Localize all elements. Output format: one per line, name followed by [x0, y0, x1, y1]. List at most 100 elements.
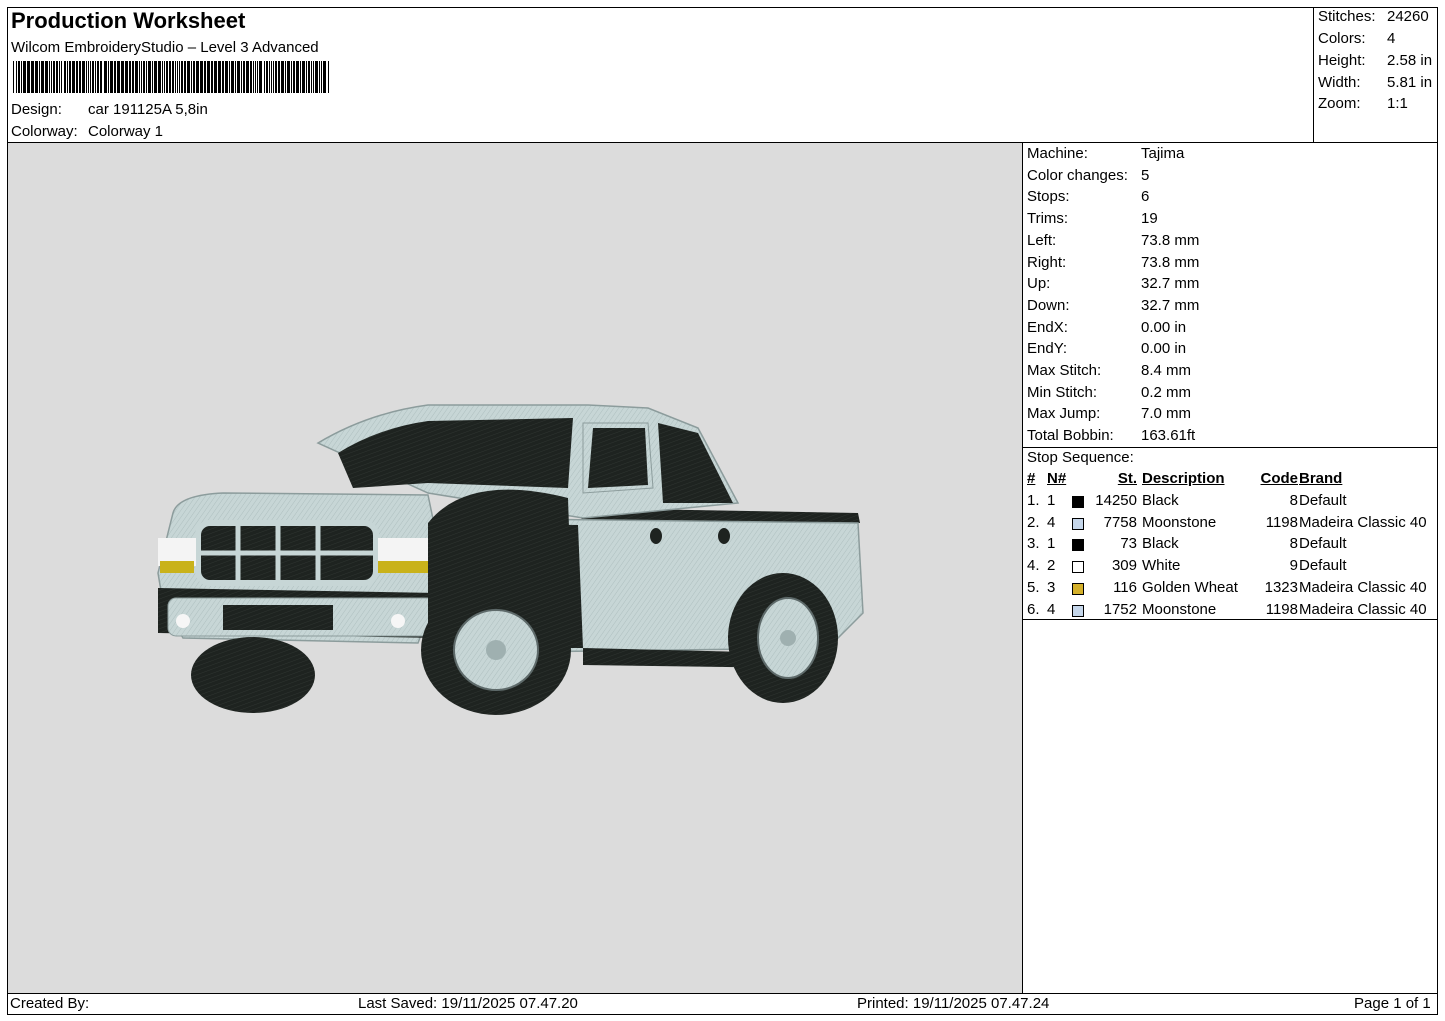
barcode-bar: [114, 61, 116, 93]
barcode-bar: [177, 61, 178, 93]
header-brand: Brand: [1299, 470, 1343, 487]
barcode-bar: [59, 61, 60, 93]
row-stitches: 116: [1113, 578, 1137, 596]
row-brand: Default: [1299, 535, 1347, 553]
barcode-bar: [95, 61, 96, 93]
barcode-bar: [143, 61, 145, 93]
info-row: Min Stitch: 0.2 mm: [1027, 383, 1191, 401]
barcode-bar: [181, 61, 183, 93]
color-swatch: [1072, 561, 1084, 574]
row-stitches: 309: [1111, 557, 1137, 575]
stop-sequence-title: Stop Sequence:: [1027, 449, 1134, 466]
barcode-bar: [200, 61, 203, 93]
barcode-bar: [61, 61, 62, 93]
info-row: Right: 73.8 mm: [1027, 253, 1199, 271]
design-label: Design:: [11, 101, 62, 118]
header-num: #: [1027, 470, 1036, 487]
barcode-bar: [231, 61, 234, 93]
header-needle: N#: [1047, 470, 1067, 487]
row-code: 8: [1289, 535, 1298, 553]
barcode-bar: [56, 61, 58, 93]
color-swatch: [1072, 539, 1084, 552]
barcode-bar: [72, 61, 75, 93]
table-row: 5. 3 116 Golden Wheat 1323 Madeira Classic 40: [1027, 579, 1437, 601]
info-row: Trims: 19: [1027, 210, 1158, 228]
barcode-bar: [27, 61, 30, 93]
row-num: 6.: [1027, 600, 1040, 618]
barcode-bar: [293, 61, 295, 93]
row-stitches: 1752: [1103, 600, 1137, 618]
barcode-bar: [158, 61, 161, 93]
barcode-bar: [207, 61, 210, 93]
info-value: 0.2 mm: [1141, 383, 1192, 401]
sidebar-divider: [1022, 143, 1023, 993]
stat-colors: Colors: 4: [1318, 30, 1396, 47]
truck-embroidery-image: [157, 404, 864, 715]
barcode-bar: [204, 61, 206, 93]
barcode-bar: [39, 61, 40, 93]
barcode-bar: [278, 61, 280, 93]
barcode-bar: [152, 61, 153, 93]
footer-last-saved: Last Saved: 19/11/2025 07.47.20: [358, 995, 578, 1012]
info-label: Trims:: [1027, 210, 1069, 228]
barcode-bar: [255, 61, 256, 93]
table-row: 4. 2 309 White 9 Default: [1027, 557, 1437, 579]
info-row: Stops: 6: [1027, 188, 1149, 205]
barcode-bar: [53, 61, 55, 93]
info-value: 8.4 mm: [1141, 362, 1192, 379]
worksheet-title: Production Worksheet: [11, 8, 246, 33]
info-label: Min Stitch:: [1027, 383, 1098, 401]
barcode-bar: [313, 61, 314, 93]
info-value: 0.00 in: [1141, 340, 1187, 358]
barcode-bar: [273, 61, 274, 93]
row-description: Moonstone: [1142, 600, 1217, 618]
info-value: 0.00 in: [1141, 318, 1187, 336]
barcode-bar: [308, 61, 310, 93]
stop-divider: [1022, 619, 1438, 620]
info-label: Max Jump:: [1027, 405, 1101, 423]
barcode-bar: [51, 61, 52, 93]
info-value: 32.7 mm: [1141, 296, 1200, 314]
barcode: [13, 61, 329, 93]
row-description: Black: [1142, 535, 1179, 553]
barcode-bar: [281, 61, 284, 93]
info-value: 19: [1141, 210, 1158, 228]
barcode-bar: [302, 61, 305, 93]
barcode-bar: [321, 61, 322, 93]
barcode-bar: [222, 61, 224, 93]
footer-page: Page 1 of 1: [1354, 995, 1431, 1012]
info-value: 32.7 mm: [1141, 275, 1200, 293]
barcode-bar: [16, 61, 17, 93]
info-value: 7.0 mm: [1141, 405, 1192, 423]
barcode-bar: [64, 61, 66, 93]
table-header: # N# St. Description Code Brand: [1027, 470, 1437, 492]
info-label: Right:: [1027, 253, 1067, 271]
row-description: Black: [1142, 492, 1179, 509]
barcode-bar: [214, 61, 217, 93]
barcode-bar: [117, 61, 120, 93]
barcode-bar: [257, 61, 258, 93]
barcode-bar: [162, 61, 163, 93]
barcode-bar: [211, 61, 213, 93]
barcode-bar: [229, 61, 230, 93]
barcode-bar: [225, 61, 228, 93]
barcode-bar: [166, 61, 168, 93]
barcode-bar: [275, 61, 277, 93]
row-brand: Madeira Classic 40: [1299, 513, 1427, 531]
table-row: 2. 4 7758 Moonstone 1198 Madeira Classic 40: [1027, 514, 1437, 536]
barcode-bar: [187, 61, 190, 93]
barcode-bar: [97, 61, 99, 93]
row-brand: Default: [1299, 492, 1347, 509]
barcode-bar: [269, 61, 270, 93]
barcode-bar: [319, 61, 320, 93]
row-code: 1198: [1265, 513, 1298, 531]
barcode-bar: [271, 61, 272, 93]
barcode-bar: [45, 61, 48, 93]
row-needle: 1: [1047, 535, 1056, 553]
info-label: Down:: [1027, 296, 1070, 314]
barcode-bar: [132, 61, 134, 93]
row-code: 8: [1289, 492, 1298, 509]
info-label: EndX:: [1027, 318, 1068, 336]
header-code: Code: [1260, 470, 1299, 487]
barcode-bar: [67, 61, 68, 93]
